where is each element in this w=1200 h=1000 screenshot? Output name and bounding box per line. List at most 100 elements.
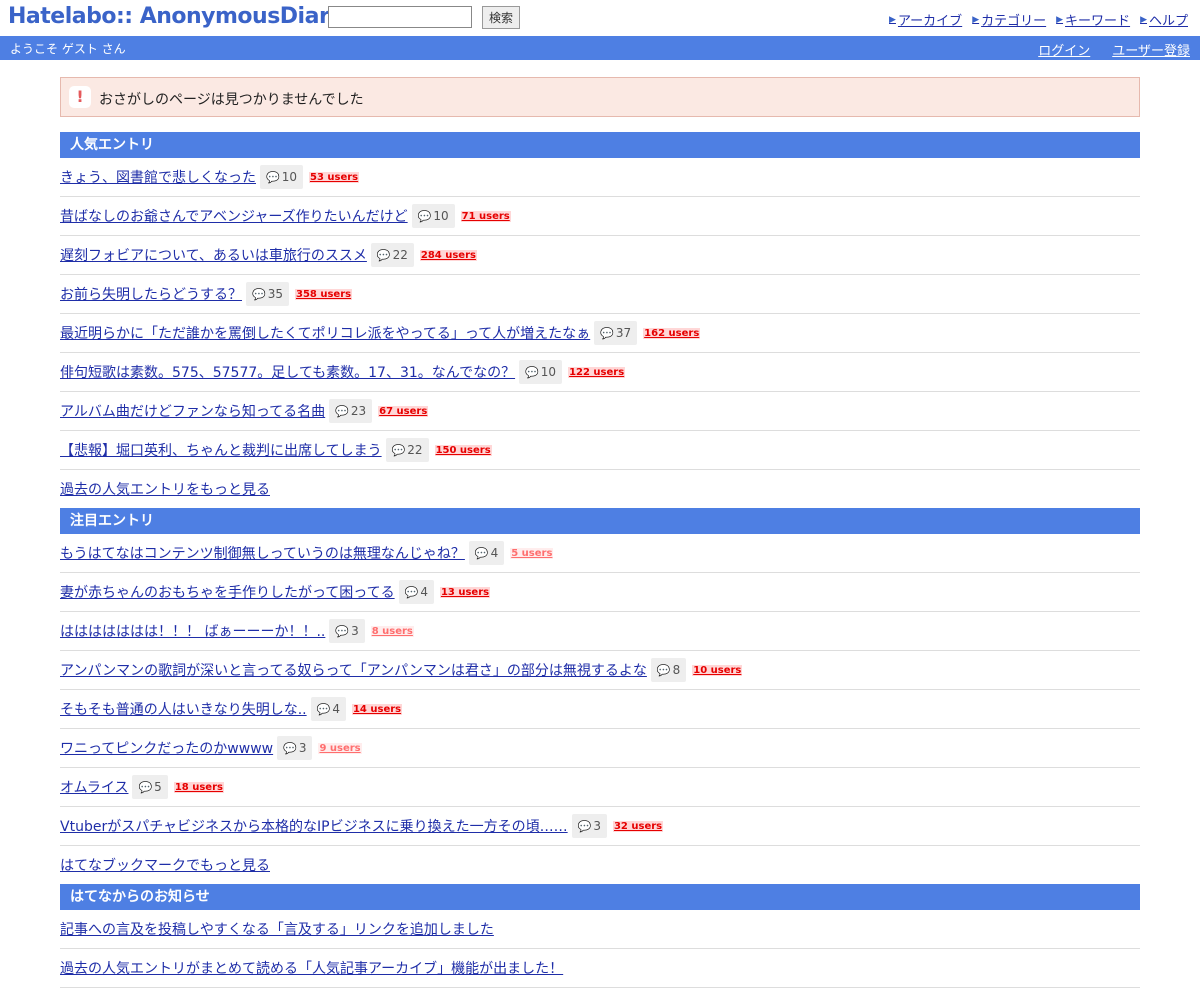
comment-count[interactable]: 💬 35: [246, 282, 289, 306]
entry-row: Vtuberがスパチャビジネスから本格的なIPビジネスに乗り換えた一方その頃………: [60, 807, 1140, 846]
comment-count[interactable]: 💬 22: [385, 438, 429, 462]
entry-row: もうはてなはコンテンツ制御無しっていうのは無理なんじゃね？ 💬 4 5 users: [60, 534, 1140, 573]
welcome-text: ようこそ ゲスト さん: [10, 42, 126, 56]
news-heading: はてなからのお知らせ: [60, 884, 1140, 910]
search-input[interactable]: [328, 6, 472, 28]
comment-number: 8: [672, 663, 681, 677]
comment-number: 3: [593, 819, 601, 833]
comment-number: 4: [332, 702, 340, 716]
bookmark-users-badge[interactable]: 5 users: [510, 547, 554, 559]
search-button[interactable]: 検索: [482, 6, 521, 29]
entry-title-link[interactable]: 【悲報】堀口英利、ちゃんと裁判に出席してしまう: [60, 440, 382, 460]
comment-number: 22: [407, 443, 423, 457]
comment-number: 23: [350, 404, 367, 418]
comment-bubble-icon: 💬: [252, 287, 266, 301]
bookmark-users-badge[interactable]: 9 users: [318, 742, 362, 754]
entry-title-link[interactable]: 妻が赤ちゃんのおもちゃを手作りしたがって困ってる: [60, 582, 395, 602]
comment-bubble-icon: 💬: [283, 741, 297, 755]
comment-count[interactable]: 💬 4: [310, 697, 346, 721]
comment-count[interactable]: 💬 8: [650, 658, 687, 682]
comment-count[interactable]: 💬 4: [468, 541, 505, 565]
comment-bubble-icon: 💬: [600, 326, 614, 340]
entry-title-link[interactable]: ははははははは！！！ ばぁーーーか！！..: [60, 621, 325, 641]
comment-bubble-icon: 💬: [577, 819, 592, 833]
bookmark-users-badge[interactable]: 53 users: [308, 171, 360, 183]
comment-bubble-icon: 💬: [266, 170, 280, 184]
login-link[interactable]: ログイン: [1038, 40, 1090, 59]
nav-help[interactable]: ▶ ヘルプ: [1140, 10, 1188, 29]
top-nav: ▶ アーカイブ ▶ カテゴリー ▶ キーワード ▶ ヘルプ: [889, 10, 1188, 29]
bookmark-users-badge[interactable]: 67 users: [378, 405, 429, 417]
bookmark-users-badge[interactable]: 32 users: [612, 820, 664, 832]
nav-archive[interactable]: ▶ アーカイブ: [889, 10, 962, 29]
comment-count[interactable]: 💬 10: [519, 360, 563, 384]
entry-row: 遅刻フォビアについて、あるいは車旅行のススメ 💬 22 284 users: [60, 236, 1140, 275]
entry-title-link[interactable]: もうはてなはコンテンツ制御無しっていうのは無理なんじゃね？: [60, 543, 465, 563]
comment-bubble-icon: 💬: [335, 624, 350, 638]
entry-row: お前ら失明したらどうする？ 💬 35 358 users: [60, 275, 1140, 314]
entry-title-link[interactable]: そもそも普通の人はいきなり失明しな..: [60, 699, 307, 719]
bookmark-users-badge[interactable]: 358 users: [294, 288, 353, 300]
news-link[interactable]: 記事への言及を投稿しやすくなる「言及する」リンクを追加しました: [60, 919, 494, 939]
bookmark-users-badge[interactable]: 71 users: [460, 210, 511, 222]
bookmark-users-badge[interactable]: 284 users: [419, 249, 477, 261]
entry-title-link[interactable]: きょう、図書館で悲しくなった: [60, 167, 256, 187]
entry-title-link[interactable]: アンパンマンの歌詞が深いと言ってる奴らって「アンパンマンは君さ」の部分は無視する…: [60, 660, 647, 680]
arrow-icon: ▶: [1140, 14, 1147, 25]
bookmark-users-badge[interactable]: 14 users: [351, 703, 403, 715]
entry-title-link[interactable]: アルバム曲だけどファンなら知ってる名曲: [60, 401, 325, 421]
comment-count[interactable]: 💬 3: [571, 814, 607, 838]
main-content: ! おさがしのページは見つかりませんでした 人気エントリ きょう、図書館で悲しく…: [60, 77, 1140, 988]
arrow-icon: ▶: [1056, 14, 1064, 25]
hot-more-link[interactable]: はてなブックマークでもっと見る: [60, 855, 270, 875]
entry-row: オムライス 💬 5 18 users: [60, 768, 1140, 807]
comment-number: 35: [267, 287, 283, 301]
entry-row: そもそも普通の人はいきなり失明しな.. 💬 4 14 users: [60, 690, 1140, 729]
comment-number: 3: [298, 741, 307, 755]
comment-count[interactable]: 💬 3: [329, 619, 365, 643]
entry-title-link[interactable]: 俳句短歌は素数。575、57577。足しても素数。17、31。なんでなの？: [60, 362, 515, 382]
site-logo[interactable]: Hatelabo:: AnonymousDiary: [8, 4, 344, 29]
comment-number: 5: [154, 780, 162, 794]
entry-row: ワニってピンクだったのかwwww 💬 3 9 users: [60, 729, 1140, 768]
news-link[interactable]: 過去の人気エントリがまとめて読める「人気記事アーカイブ」機能が出ました！: [60, 958, 563, 978]
entry-row: きょう、図書館で悲しくなった 💬 10 53 users: [60, 158, 1140, 197]
nav-keyword[interactable]: ▶ キーワード: [1056, 10, 1130, 29]
comment-count[interactable]: 💬 10: [411, 204, 455, 228]
bookmark-users-badge[interactable]: 150 users: [434, 444, 492, 456]
entry-title-link[interactable]: 昔ばなしのお爺さんでアベンジャーズ作りたいんだけど: [60, 206, 408, 226]
entry-title-link[interactable]: ワニってピンクだったのかwwww: [60, 738, 273, 758]
header: Hatelabo:: AnonymousDiary 検索 ▶ アーカイブ ▶ カテゴ…: [0, 0, 1200, 36]
comment-count[interactable]: 💬 22: [370, 243, 414, 267]
comment-bubble-icon: 💬: [138, 780, 153, 794]
bookmark-users-badge[interactable]: 13 users: [439, 586, 491, 598]
entry-title-link[interactable]: 遅刻フォビアについて、あるいは車旅行のススメ: [60, 245, 367, 265]
entry-title-link[interactable]: お前ら失明したらどうする？: [60, 284, 242, 304]
entry-title-link[interactable]: 最近明らかに「ただ誰かを罵倒したくてポリコレ派をやってる」って人が増えたなぁ: [60, 323, 590, 343]
entry-title-link[interactable]: Vtuberがスパチャビジネスから本格的なIPビジネスに乗り換えた一方その頃……: [60, 816, 568, 836]
entry-title-link[interactable]: オムライス: [60, 777, 128, 797]
popular-heading: 人気エントリ: [60, 132, 1140, 158]
bookmark-users-badge[interactable]: 122 users: [568, 366, 626, 378]
nav-category[interactable]: ▶ カテゴリー: [972, 10, 1046, 29]
comment-number: 4: [490, 546, 499, 560]
comment-count[interactable]: 💬 37: [594, 321, 638, 345]
comment-bubble-icon: 💬: [525, 365, 539, 379]
alert-message: おさがしのページは見つかりませんでした: [99, 92, 364, 108]
comment-count[interactable]: 💬 10: [260, 165, 303, 189]
bookmark-users-badge[interactable]: 10 users: [692, 664, 743, 676]
register-link[interactable]: ユーザー登録: [1112, 40, 1190, 59]
comment-number: 10: [540, 365, 557, 379]
comment-count[interactable]: 💬 5: [132, 775, 168, 799]
popular-more-link[interactable]: 過去の人気エントリをもっと見る: [60, 479, 270, 499]
entry-row: 【悲報】堀口英利、ちゃんと裁判に出席してしまう 💬 22 150 users: [60, 431, 1140, 470]
bookmark-users-badge[interactable]: 162 users: [643, 327, 701, 339]
user-bar: ようこそ ゲスト さん ログイン ユーザー登録: [0, 36, 1200, 60]
entry-row: アンパンマンの歌詞が深いと言ってる奴らって「アンパンマンは君さ」の部分は無視する…: [60, 651, 1140, 690]
bookmark-users-badge[interactable]: 18 users: [173, 781, 224, 793]
comment-count[interactable]: 💬 3: [277, 736, 313, 760]
comment-count[interactable]: 💬 4: [398, 580, 434, 604]
news-list: 記事への言及を投稿しやすくなる「言及する」リンクを追加しました過去の人気エントリ…: [60, 910, 1140, 988]
comment-count[interactable]: 💬 23: [329, 399, 373, 423]
bookmark-users-badge[interactable]: 8 users: [370, 625, 414, 637]
